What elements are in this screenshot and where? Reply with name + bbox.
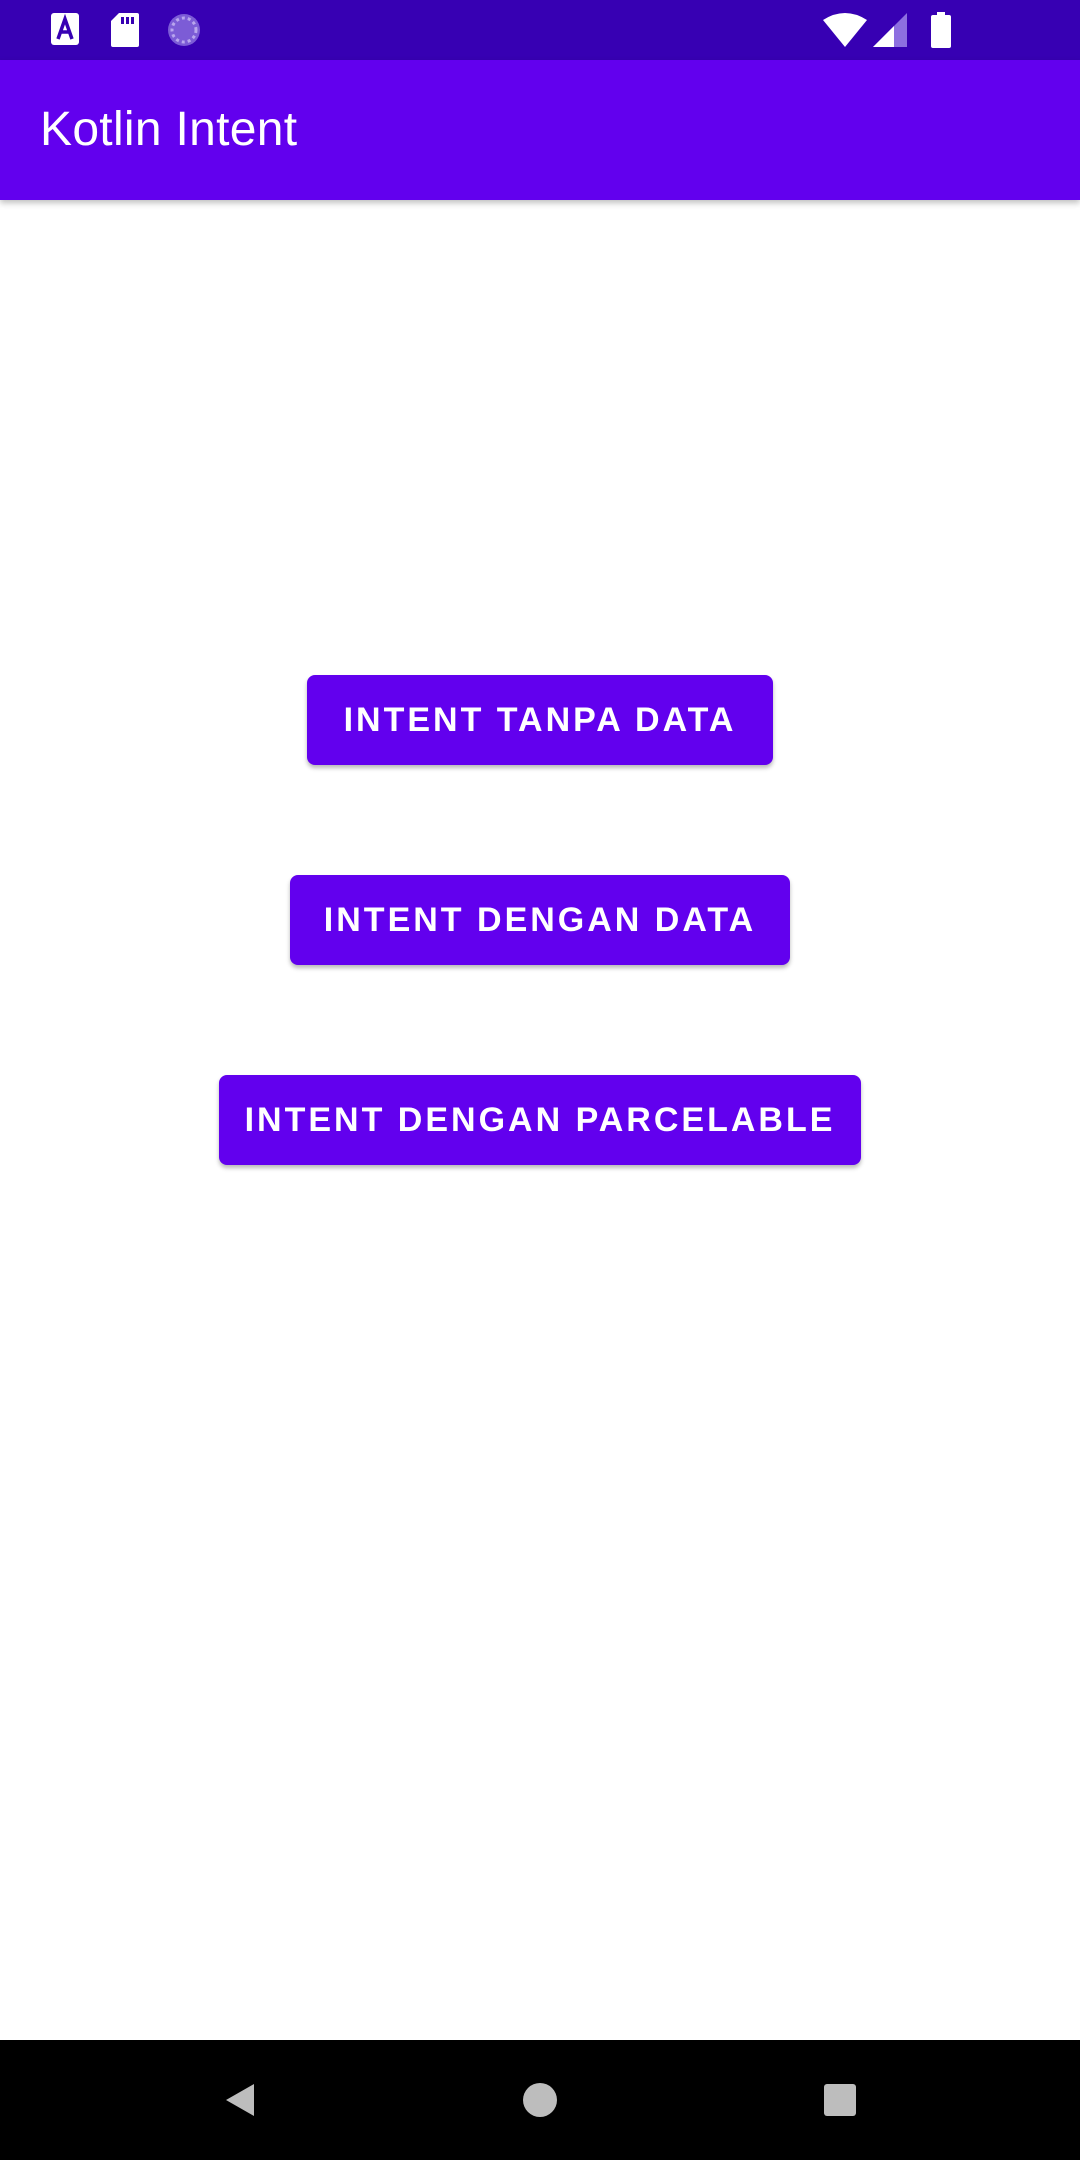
battery-icon [931, 12, 951, 48]
app-bar: Kotlin Intent [0, 60, 1080, 200]
wifi-icon [823, 13, 867, 47]
signal-icon [873, 13, 907, 47]
sd-card-icon [111, 13, 139, 47]
app-title: Kotlin Intent [40, 103, 298, 156]
recents-icon[interactable] [820, 2080, 860, 2120]
intent-dengan-data-button[interactable]: INTENT DENGAN DATA [290, 875, 790, 965]
sync-icon [168, 14, 200, 46]
back-icon[interactable] [220, 2080, 260, 2120]
intent-dengan-parcelable-button[interactable]: INTENT DENGAN PARCELABLE [219, 1075, 861, 1165]
navigation-bar [0, 2040, 1080, 2160]
status-bar [0, 0, 1080, 60]
text-a-icon [51, 13, 79, 45]
home-icon[interactable] [520, 2080, 560, 2120]
intent-tanpa-data-button[interactable]: INTENT TANPA DATA [307, 675, 773, 765]
screen: Kotlin Intent INTENT TANPA DATA INTENT D… [0, 0, 1080, 2160]
